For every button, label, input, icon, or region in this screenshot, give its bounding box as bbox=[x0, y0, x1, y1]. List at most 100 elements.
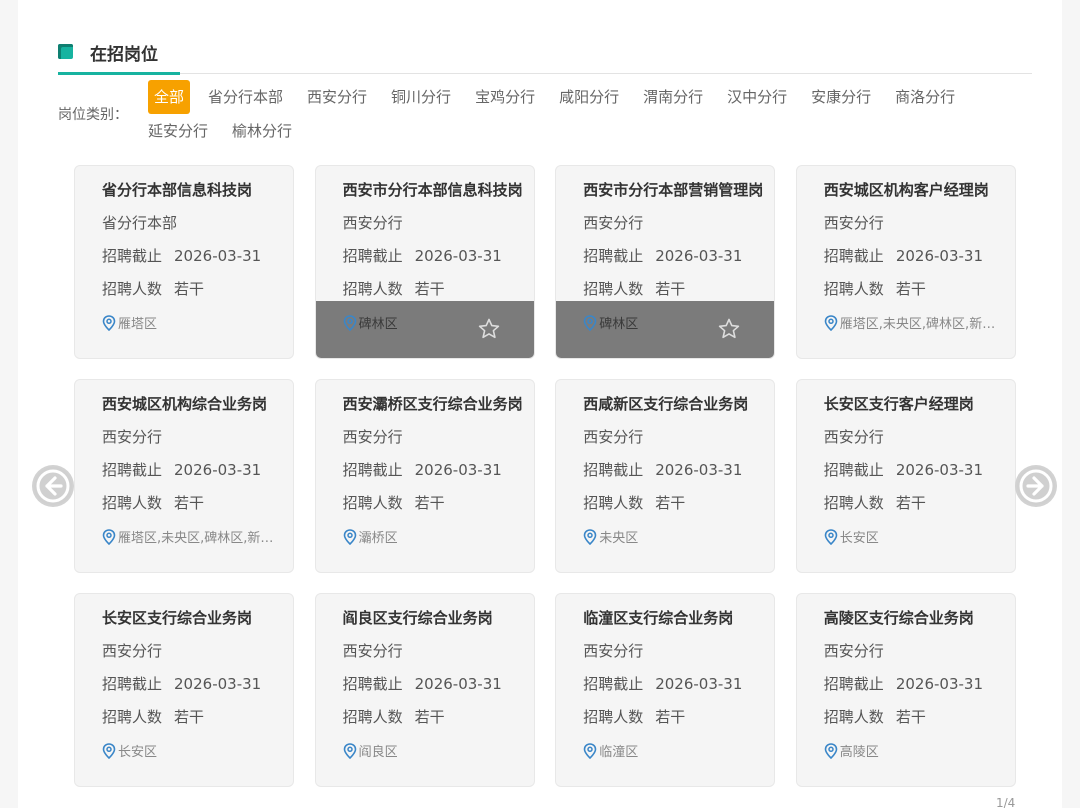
job-branch: 西安分行 bbox=[583, 214, 644, 232]
filter-tab-0[interactable]: 全部 bbox=[148, 80, 191, 114]
job-title: 阎良区支行综合业务岗 bbox=[342, 609, 493, 627]
section-title-underline bbox=[58, 72, 180, 75]
job-deadline: 招聘截止 2026-03-31 bbox=[343, 245, 502, 266]
deadline-value: 2026-03-31 bbox=[895, 461, 983, 479]
job-deadline: 招聘截止 2026-03-31 bbox=[343, 459, 502, 480]
headcount-value: 若干 bbox=[414, 708, 445, 726]
job-location: 长安区 bbox=[824, 527, 1014, 549]
job-headcount: 招聘人数 若干 bbox=[583, 492, 685, 513]
next-page-button[interactable] bbox=[1015, 465, 1057, 507]
headcount-label: 招聘人数 bbox=[342, 280, 403, 298]
job-branch: 省分行本部 bbox=[102, 214, 178, 232]
job-location: 雁塔区,未央区,碑林区,新… bbox=[102, 527, 292, 549]
job-card[interactable]: 阎良区支行综合业务岗 西安分行招聘截止 2026-03-31 招聘人数 若干阎良区 bbox=[314, 593, 535, 787]
job-headcount: 招聘人数 若干 bbox=[102, 706, 204, 727]
filter-tab-4[interactable]: 宝鸡分行 bbox=[475, 80, 535, 114]
filter-tab-7[interactable]: 汉中分行 bbox=[727, 80, 787, 114]
headcount-label: 招聘人数 bbox=[823, 708, 884, 726]
job-headcount: 招聘人数 若干 bbox=[102, 278, 204, 299]
job-title: 西安市分行本部信息科技岗 bbox=[342, 181, 523, 199]
filter-tab-10[interactable]: 延安分行 bbox=[148, 114, 208, 148]
job-card[interactable]: 西安市分行本部营销管理岗 西安分行 招聘截止 2026-03-31 招聘人数 若干 碑林区 bbox=[555, 165, 776, 359]
deadline-label: 招聘截止 bbox=[342, 247, 403, 265]
headcount-value: 若干 bbox=[414, 494, 445, 512]
favorite-star-icon[interactable] bbox=[477, 317, 501, 345]
deadline-value: 2026-03-31 bbox=[414, 675, 502, 693]
filter-tab-6[interactable]: 渭南分行 bbox=[643, 80, 703, 114]
filter-tabs: 全部 省分行本部 西安分行 铜川分行 宝鸡分行 咸阳分行 渭南分行 汉中分行 安康分行 商洛分行延… bbox=[148, 80, 1038, 148]
location-text: 灞桥区 bbox=[358, 531, 398, 546]
job-headcount: 招聘人数 若干 bbox=[583, 278, 685, 299]
filter-tab-3[interactable]: 铜川分行 bbox=[391, 80, 451, 114]
headcount-value: 若干 bbox=[655, 494, 686, 512]
job-deadline: 招聘截止 2026-03-31 bbox=[583, 673, 742, 694]
location-pin-icon bbox=[102, 529, 116, 549]
job-branch: 西安分行 bbox=[342, 428, 403, 446]
job-deadline: 招聘截止 2026-03-31 bbox=[824, 245, 983, 266]
filter-tab-1[interactable]: 省分行本部 bbox=[208, 80, 283, 114]
location-pin-icon bbox=[824, 743, 838, 763]
deadline-value: 2026-03-31 bbox=[414, 461, 502, 479]
deadline-value: 2026-03-31 bbox=[895, 247, 983, 265]
job-card[interactable]: 西安市分行本部信息科技岗 西安分行 招聘截止 2026-03-31 招聘人数 若干 碑林区 bbox=[314, 165, 535, 359]
deadline-label: 招聘截止 bbox=[342, 461, 403, 479]
location-pin-icon bbox=[343, 315, 357, 335]
location-text: 碑林区 bbox=[358, 317, 398, 332]
headcount-value: 若干 bbox=[895, 708, 926, 726]
job-headcount: 招聘人数 若干 bbox=[824, 492, 926, 513]
job-card[interactable]: 长安区支行综合业务岗 西安分行 招聘截止 2026-03-31 招聘人数 若干 长安区 bbox=[74, 593, 294, 787]
job-deadline: 招聘截止 2026-03-31 bbox=[102, 459, 261, 480]
job-card[interactable]: 西安灞桥区支行综合业务岗 西安分行 招聘截止 2026-03-31 招聘人数 若干 灞桥区 bbox=[314, 379, 535, 573]
job-card[interactable]: 长安区支行客户经理岗 西安分行 招聘截止 2026-03-31 招聘人数 若干 长安区 bbox=[795, 379, 1016, 573]
location-pin-icon bbox=[102, 743, 116, 763]
job-card[interactable]: 西咸新区支行综合业务岗 西安分行招聘截止 2026-03-31 招聘人数 若干未央区 bbox=[555, 379, 776, 573]
filter-tab-9[interactable]: 商洛分行 bbox=[895, 80, 955, 114]
location-text: 雁塔区,未央区,碑林区,新… bbox=[839, 317, 996, 332]
job-location: 碑林区 bbox=[343, 313, 533, 335]
job-headcount: 招聘人数 若干 bbox=[343, 278, 445, 299]
job-deadline: 招聘截止 2026-03-31 bbox=[824, 673, 983, 694]
location-text: 临潼区 bbox=[599, 745, 639, 760]
location-text: 碑林区 bbox=[599, 317, 639, 332]
job-branch: 西安分行 bbox=[342, 642, 403, 660]
filter-tab-11[interactable]: 榆林分行 bbox=[232, 114, 292, 148]
headcount-value: 若干 bbox=[174, 708, 205, 726]
headcount-label: 招聘人数 bbox=[102, 708, 163, 726]
prev-page-button[interactable] bbox=[32, 465, 74, 507]
job-location: 未央区 bbox=[583, 527, 773, 549]
deadline-label: 招聘截止 bbox=[102, 675, 163, 693]
deadline-label: 招聘截止 bbox=[823, 247, 884, 265]
location-pin-icon bbox=[824, 315, 838, 335]
job-card[interactable]: 西安城区机构综合业务岗 西安分行 招聘截止 2026-03-31 招聘人数 若干 雁塔区,未… bbox=[74, 379, 294, 573]
job-card[interactable]: 高陵区支行综合业务岗 西安分行 招聘截止 2026-03-31 招聘人数 若干 高陵区 bbox=[795, 593, 1016, 787]
deadline-value: 2026-03-31 bbox=[174, 675, 262, 693]
job-location: 阎良区 bbox=[343, 741, 533, 763]
arrow-left-icon bbox=[34, 467, 72, 505]
job-card[interactable]: 省分行本部信息科技岗 省分行本部 招聘截止 2026-03-31 招聘人数 若干 雁塔区 bbox=[74, 165, 294, 359]
filter-tab-5[interactable]: 咸阳分行 bbox=[559, 80, 619, 114]
job-title: 长安区支行客户经理岗 bbox=[823, 395, 974, 413]
job-title: 西咸新区支行综合业务岗 bbox=[583, 395, 749, 413]
job-deadline: 招聘截止 2026-03-31 bbox=[583, 245, 742, 266]
location-text: 未央区 bbox=[599, 531, 639, 546]
job-headcount: 招聘人数 若干 bbox=[824, 706, 926, 727]
job-headcount: 招聘人数 若干 bbox=[343, 706, 445, 727]
headcount-label: 招聘人数 bbox=[583, 280, 644, 298]
headcount-label: 招聘人数 bbox=[823, 280, 884, 298]
deadline-label: 招聘截止 bbox=[342, 675, 403, 693]
filter-tab-2[interactable]: 西安分行 bbox=[307, 80, 367, 114]
filter-tab-8[interactable]: 安康分行 bbox=[811, 80, 871, 114]
job-deadline: 招聘截止 2026-03-31 bbox=[343, 673, 502, 694]
favorite-star-icon[interactable] bbox=[717, 317, 741, 345]
job-deadline: 招聘截止 2026-03-31 bbox=[583, 459, 742, 480]
job-branch: 西安分行 bbox=[583, 428, 644, 446]
deadline-label: 招聘截止 bbox=[823, 675, 884, 693]
job-location: 长安区 bbox=[102, 741, 292, 763]
job-title: 长安区支行综合业务岗 bbox=[102, 609, 253, 627]
job-card[interactable]: 临潼区支行综合业务岗 西安分行 招聘截止 2026-03-31 招聘人数 若干 临潼区 bbox=[555, 593, 776, 787]
headcount-value: 若干 bbox=[895, 280, 926, 298]
job-card[interactable]: 西安城区机构客户经理岗 西安分行 招聘截止 2026-03-31 招聘人数 若干 雁塔区,未… bbox=[795, 165, 1016, 359]
job-title: 临潼区支行综合业务岗 bbox=[583, 609, 734, 627]
deadline-value: 2026-03-31 bbox=[655, 675, 743, 693]
job-title: 高陵区支行综合业务岗 bbox=[823, 609, 974, 627]
